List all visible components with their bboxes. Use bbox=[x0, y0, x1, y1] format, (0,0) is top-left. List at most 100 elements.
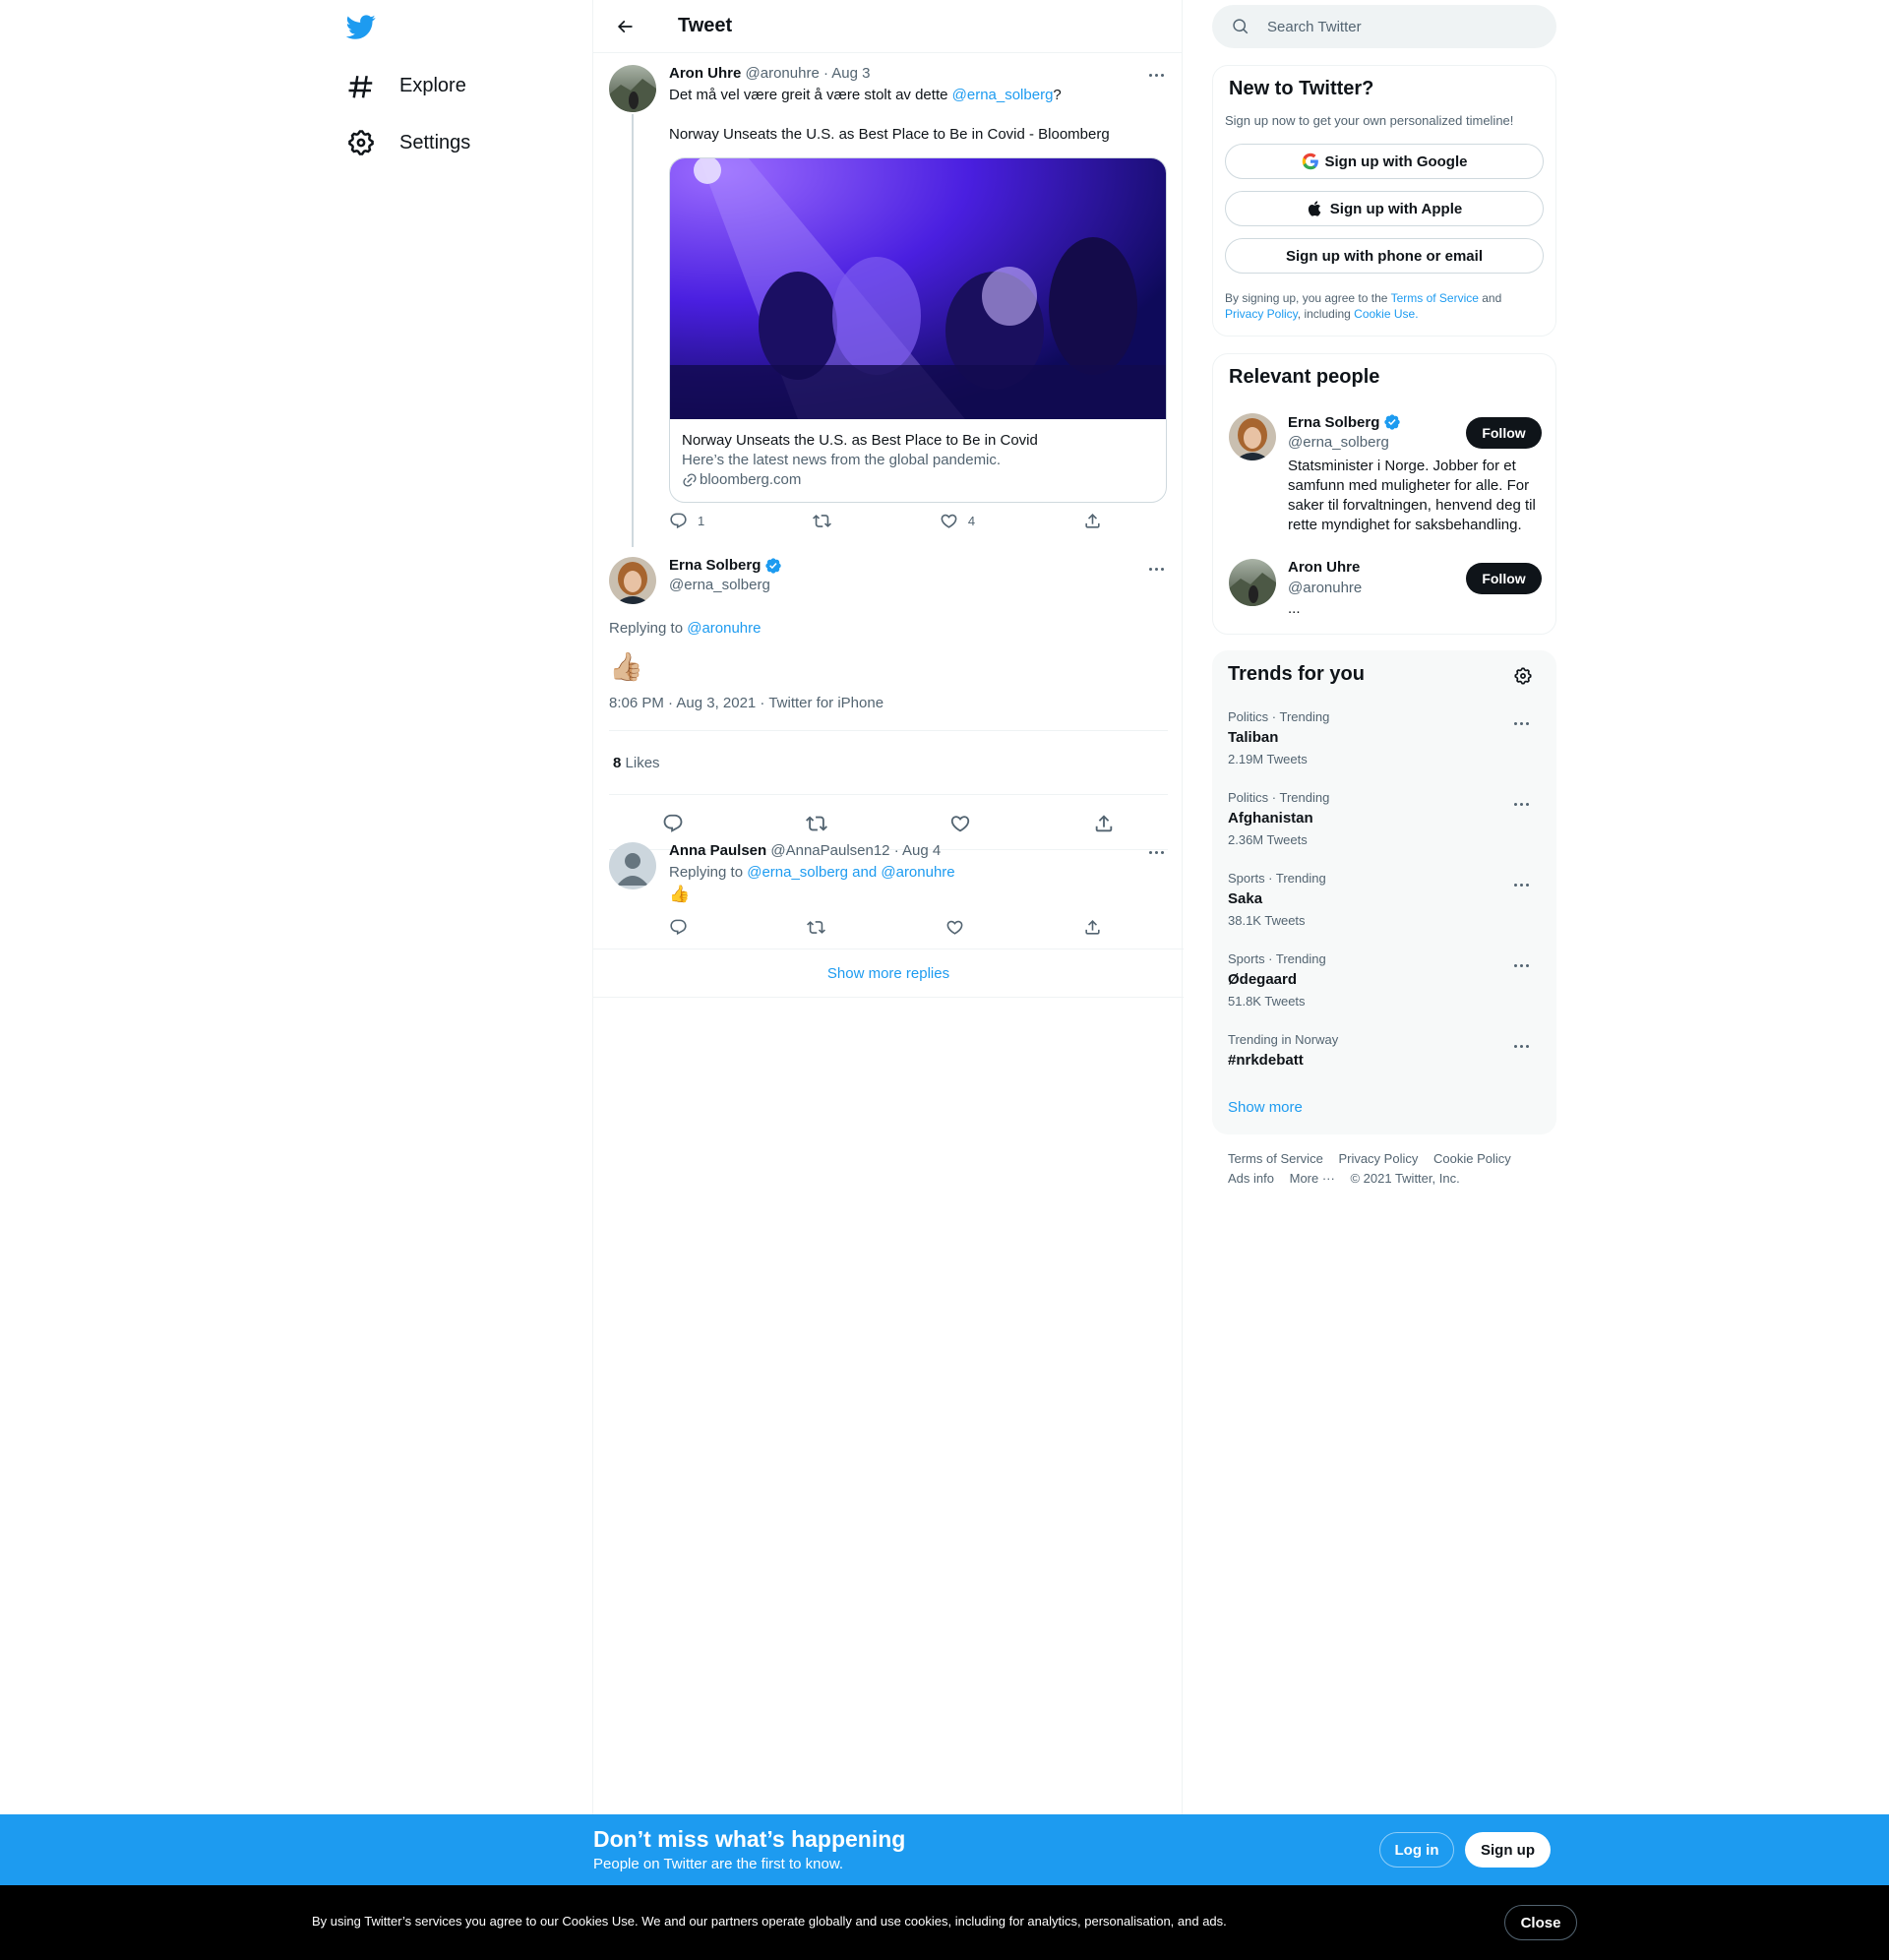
avatar[interactable] bbox=[609, 557, 656, 604]
link-card[interactable]: Norway Unseats the U.S. as Best Place to… bbox=[669, 157, 1167, 503]
share-icon bbox=[1085, 920, 1100, 935]
back-button[interactable] bbox=[609, 11, 640, 42]
footer-privacy-link[interactable]: Privacy Policy bbox=[1338, 1151, 1418, 1166]
author-handle[interactable]: @aronuhre bbox=[746, 65, 820, 82]
terms-link[interactable]: Terms of Service bbox=[1391, 291, 1479, 305]
reply-tweet[interactable]: Anna Paulsen @AnnaPaulsen12 · Aug 4 Repl… bbox=[593, 829, 1184, 949]
more-options-icon[interactable] bbox=[1509, 875, 1533, 894]
avatar[interactable] bbox=[1229, 413, 1276, 460]
avatar[interactable] bbox=[609, 842, 656, 889]
panel-title: Relevant people bbox=[1229, 366, 1380, 388]
share-button[interactable] bbox=[1083, 918, 1102, 937]
avatar[interactable] bbox=[609, 65, 656, 112]
card-image bbox=[670, 158, 1166, 419]
person-handle[interactable]: @erna_solberg bbox=[1288, 434, 1389, 451]
trend-item[interactable]: Politics · Trending Afghanistan 2.36M Tw… bbox=[1228, 790, 1541, 848]
parent-tweet[interactable]: Aron Uhre @aronuhre · Aug 3 Det må vel v… bbox=[593, 53, 1184, 547]
more-options-icon[interactable] bbox=[1509, 794, 1533, 814]
more-options-icon[interactable] bbox=[1509, 1036, 1533, 1056]
tweet-actions: 1 4 bbox=[669, 512, 1102, 530]
trend-name: Ødegaard bbox=[1228, 971, 1298, 988]
footer-ads-link[interactable]: Ads info bbox=[1228, 1171, 1274, 1186]
show-more-trends-link[interactable]: Show more bbox=[1228, 1099, 1303, 1116]
follow-button[interactable]: Follow bbox=[1466, 417, 1542, 449]
signup-button[interactable]: Sign up bbox=[1465, 1832, 1551, 1868]
author-name[interactable]: Erna Solberg bbox=[669, 556, 761, 576]
search-icon bbox=[1233, 19, 1249, 34]
cookie-banner: By using Twitter’s services you agree to… bbox=[0, 1885, 1889, 1960]
heart-icon bbox=[941, 514, 957, 528]
verified-badge-icon bbox=[1384, 414, 1401, 430]
author-name[interactable]: Aron Uhre bbox=[669, 65, 741, 82]
cookie-link[interactable]: Cookie Use. bbox=[1354, 307, 1418, 321]
trend-context: Trending in Norway bbox=[1228, 1032, 1339, 1047]
panel-title: Trends for you bbox=[1228, 663, 1365, 685]
nav-explore[interactable]: Explore bbox=[346, 58, 466, 113]
retweet-button[interactable] bbox=[813, 512, 832, 530]
likes-stat[interactable]: 8 Likes bbox=[609, 730, 1168, 795]
new-to-twitter-panel: New to Twitter? Sign up now to get your … bbox=[1212, 65, 1556, 337]
tweet-text-line2: Norway Unseats the U.S. as Best Place to… bbox=[669, 126, 1110, 143]
tweet-date[interactable]: · Aug 4 bbox=[894, 842, 942, 859]
search-box[interactable] bbox=[1212, 5, 1556, 48]
page-title: Tweet bbox=[678, 15, 733, 36]
trend-item[interactable]: Sports · Trending Saka 38.1K Tweets bbox=[1228, 871, 1541, 929]
nav-settings[interactable]: Settings bbox=[346, 115, 470, 170]
person-item[interactable]: Erna Solberg @erna_solberg Follow Statsm… bbox=[1213, 413, 1557, 533]
person-handle[interactable]: @aronuhre bbox=[1288, 580, 1362, 596]
replying-to-link[interactable]: @erna_solberg and @aronuhre bbox=[747, 864, 954, 881]
signup-email-button[interactable]: Sign up with phone or email bbox=[1225, 238, 1544, 274]
replying-to-link[interactable]: @aronuhre bbox=[687, 620, 761, 637]
trend-item[interactable]: Sports · Trending Ødegaard 51.8K Tweets bbox=[1228, 951, 1541, 1010]
trend-item[interactable]: Politics · Trending Taliban 2.19M Tweets bbox=[1228, 709, 1541, 767]
privacy-link[interactable]: Privacy Policy bbox=[1225, 307, 1298, 321]
tweet-timestamp[interactable]: 8:06 PM · Aug 3, 2021 · Twitter for iPho… bbox=[609, 695, 884, 711]
nav-settings-label: Settings bbox=[399, 131, 471, 153]
show-more-replies-button[interactable]: Show more replies bbox=[593, 950, 1184, 998]
footer-more-link[interactable]: More ··· bbox=[1290, 1171, 1335, 1186]
reply-button[interactable]: 1 bbox=[669, 512, 704, 530]
trend-name: Saka bbox=[1228, 890, 1263, 907]
person-item[interactable]: Aron Uhre @aronuhre Follow ... bbox=[1213, 559, 1557, 622]
twitter-logo-icon[interactable] bbox=[346, 12, 386, 51]
like-button[interactable]: 4 bbox=[940, 512, 975, 530]
footer-cookie-link[interactable]: Cookie Policy bbox=[1433, 1151, 1511, 1166]
share-button[interactable] bbox=[1083, 512, 1102, 530]
signup-google-button[interactable]: Sign up with Google bbox=[1225, 144, 1544, 179]
card-domain: bloomberg.com bbox=[700, 471, 802, 488]
cookie-close-button[interactable]: Close bbox=[1504, 1905, 1577, 1940]
main-header: Tweet bbox=[593, 0, 1182, 53]
author-name[interactable]: Anna Paulsen bbox=[669, 842, 766, 859]
retweet-button[interactable] bbox=[807, 918, 826, 937]
footer-copyright: © 2021 Twitter, Inc. bbox=[1350, 1171, 1460, 1186]
more-options-icon[interactable] bbox=[1509, 955, 1533, 975]
trends-settings-icon[interactable] bbox=[1513, 666, 1533, 686]
reply-button[interactable] bbox=[669, 918, 688, 937]
follow-button[interactable]: Follow bbox=[1466, 563, 1542, 594]
search-input[interactable] bbox=[1267, 18, 1543, 35]
person-name[interactable]: Erna Solberg bbox=[1288, 414, 1379, 431]
login-button[interactable]: Log in bbox=[1379, 1832, 1454, 1868]
verified-badge-icon bbox=[765, 558, 782, 574]
person-name[interactable]: Aron Uhre bbox=[1288, 559, 1360, 576]
footer-terms-link[interactable]: Terms of Service bbox=[1228, 1151, 1323, 1166]
card-description: Here’s the latest news from the global p… bbox=[682, 452, 1002, 468]
avatar[interactable] bbox=[1229, 559, 1276, 606]
trend-item[interactable]: Trending in Norway #nrkdebatt bbox=[1228, 1032, 1541, 1071]
trend-name: #nrkdebatt bbox=[1228, 1052, 1304, 1069]
main-column: Tweet Aron Uhre @aronuhre · Aug 3 Det må… bbox=[592, 0, 1184, 1960]
mention-link[interactable]: @erna_solberg bbox=[952, 87, 1054, 103]
google-icon bbox=[1302, 153, 1318, 170]
more-options-icon[interactable] bbox=[1509, 713, 1533, 733]
like-button[interactable] bbox=[945, 918, 964, 937]
retweet-icon bbox=[813, 515, 832, 527]
author-handle[interactable]: @erna_solberg bbox=[669, 576, 1168, 595]
thread-line bbox=[632, 114, 634, 547]
tweet-date[interactable]: · Aug 3 bbox=[823, 65, 871, 82]
trend-count: 2.36M Tweets bbox=[1228, 832, 1308, 847]
trend-context: Sports · Trending bbox=[1228, 871, 1326, 886]
signup-apple-button[interactable]: Sign up with Apple bbox=[1225, 191, 1544, 226]
author-handle[interactable]: @AnnaPaulsen12 bbox=[770, 842, 889, 859]
panel-title: New to Twitter? bbox=[1229, 78, 1374, 99]
cookie-text: By using Twitter’s services you agree to… bbox=[312, 1914, 1227, 1929]
